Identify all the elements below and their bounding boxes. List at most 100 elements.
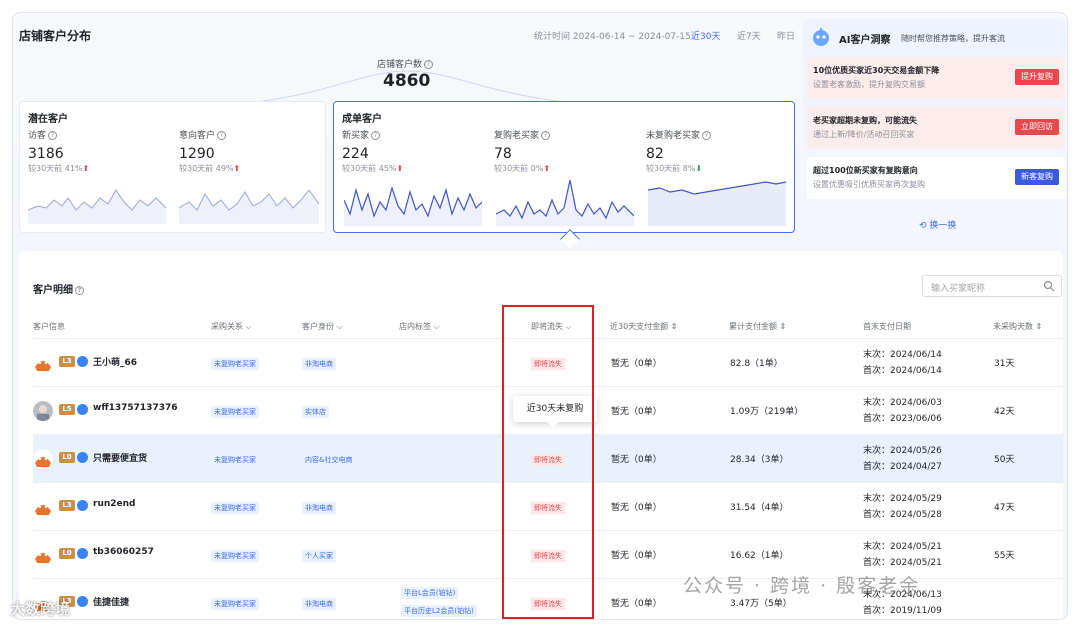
refresh-button[interactable]: ⟲ 换一换 xyxy=(919,218,956,231)
search-input[interactable]: 输入买家昵称 xyxy=(922,275,1062,297)
col-identity[interactable]: 客户身份 ⌵ xyxy=(302,321,343,332)
sort-icon: ⇕ xyxy=(670,322,678,331)
customer-name[interactable]: 王小萌_66 xyxy=(93,355,137,368)
section-title: 客户明细? xyxy=(33,281,84,296)
relation-tag: 未复购老买家 xyxy=(211,454,259,466)
help-icon[interactable]: ? xyxy=(48,131,58,140)
relation-tag: 未复购老买家 xyxy=(211,502,259,514)
last-pay-date: 末次：2024/05/21 xyxy=(863,542,942,552)
last-pay-date: 末次：2024/06/14 xyxy=(863,350,942,360)
new-customer-repurchase-button[interactable]: 新客复购 xyxy=(1015,169,1059,185)
col-store-tags[interactable]: 店内标签 ⌵ xyxy=(399,321,440,332)
amount-total: 16.62（1单） xyxy=(730,551,789,561)
non-repeat-buyers-sparkline xyxy=(648,181,786,226)
col-relation[interactable]: 采购关系 ⌵ xyxy=(211,321,252,332)
ai-suggestion-1: 10位优质买家近30天交易金额下降 设置老客激励，提升复购交易额 提升复购 xyxy=(807,57,1065,99)
first-pay-date: 首次：2023/06/06 xyxy=(863,414,942,424)
customer-name[interactable]: wff13757137376 xyxy=(93,403,178,413)
trend-up-icon: ⬆ xyxy=(543,164,551,173)
verified-icon xyxy=(77,356,88,367)
amount-30d: 暂无（0单） xyxy=(611,599,662,609)
avatar[interactable] xyxy=(33,497,53,517)
total-customers-value: 4860 xyxy=(383,71,431,91)
customer-name[interactable]: 只需要便宜货 xyxy=(93,451,147,464)
tab-7-days[interactable]: 近7天 xyxy=(737,29,761,42)
first-pay-date: 首次：2024/04/27 xyxy=(863,462,942,472)
card-title: 潜在客户 xyxy=(28,114,68,125)
avatar[interactable] xyxy=(33,353,53,373)
help-icon[interactable]: ? xyxy=(217,131,227,140)
level-badge: L5 xyxy=(59,404,75,415)
ai-robot-icon xyxy=(813,28,829,46)
customer-name[interactable]: 佳捷佳捷 xyxy=(93,595,129,608)
col-days[interactable]: 未采购天数 ⇕ xyxy=(993,321,1042,332)
customer-name[interactable]: tb36060257 xyxy=(93,547,154,557)
days-since-purchase: 50天 xyxy=(994,455,1015,465)
relation-tag: 未复购老买家 xyxy=(211,550,259,562)
days-since-purchase: 31天 xyxy=(994,359,1015,369)
revisit-now-button[interactable]: 立即回访 xyxy=(1015,119,1059,135)
pay-dates: 末次：2024/05/29 首次：2024/05/28 xyxy=(863,491,942,523)
col-amount-total[interactable]: 累计支付金额 ⇕ xyxy=(729,321,786,332)
first-pay-date: 首次：2019/11/09 xyxy=(863,606,942,616)
avatar[interactable] xyxy=(33,449,53,469)
metric-non-repeat-buyers: 未复购老买家? 82 较30天前 8%⬇ xyxy=(646,128,786,174)
verified-icon xyxy=(77,548,88,559)
identity-tag: 实体店 xyxy=(302,406,329,418)
chevron-down-icon: ⌵ xyxy=(245,322,252,331)
repeat-buyers-sparkline xyxy=(496,180,634,226)
pay-dates: 末次：2024/05/26 首次：2024/04/27 xyxy=(863,443,942,475)
amount-30d: 暂无（0单） xyxy=(611,551,662,561)
days-since-purchase: 55天 xyxy=(994,551,1015,561)
pay-dates: 末次：2024/05/21 首次：2024/05/21 xyxy=(863,539,942,571)
avatar[interactable] xyxy=(33,545,53,565)
ai-suggestion-3: 超过100位新买家有复购意向 设置优惠吸引优质买家再次复购 新客复购 xyxy=(807,157,1065,199)
metric-visitors: 访客? 3186 较30天前 41%⬆ xyxy=(28,131,90,173)
trend-down-icon: ⬇ xyxy=(695,164,703,173)
chevron-down-icon: ⌵ xyxy=(336,322,343,331)
highlight-box xyxy=(502,305,594,619)
amount-total: 1.09万（219单） xyxy=(730,407,804,417)
col-amount-30d[interactable]: 近30天支付金额 ⇕ xyxy=(610,321,677,332)
tab-yesterday[interactable]: 昨日 xyxy=(777,29,795,42)
distribution-panel: 店铺客户分布 统计时间 2024-06-14 ~ 2024-07-15 近30天… xyxy=(13,13,1067,251)
sort-icon: ⇕ xyxy=(779,322,787,331)
watermark-right: 公众号 · 跨境 · 殷客老余 xyxy=(683,575,921,597)
metric-intent: 意向客户? 1290 较30天前 49%⬆ xyxy=(179,131,241,173)
identity-tag: 内容&社交电商 xyxy=(302,454,356,466)
relation-tag: 未复购老买家 xyxy=(211,358,259,370)
identity-tag: 非淘电商 xyxy=(302,358,336,370)
converted-customers-card[interactable]: 成单客户 新买家? 224 较30天前 45%⬆ 复购老买家? 78 较30天前… xyxy=(333,101,795,233)
card-title: 成单客户 xyxy=(342,114,382,125)
identity-tag: 非淘电商 xyxy=(302,598,336,610)
avatar[interactable] xyxy=(33,401,53,421)
customer-name[interactable]: run2end xyxy=(93,499,135,509)
help-icon[interactable]: ? xyxy=(541,131,551,140)
amount-30d: 暂无（0单） xyxy=(611,503,662,513)
verified-icon xyxy=(77,452,88,463)
metric-new-buyers: 新买家? 224 较30天前 45%⬆ xyxy=(342,131,404,173)
amount-total: 82.8（1单） xyxy=(730,359,783,369)
relation-tag: 未复购老买家 xyxy=(211,406,259,418)
store-tag: 平台历史L2会员(铂钻) xyxy=(401,605,477,617)
help-icon[interactable]: ? xyxy=(702,131,712,140)
watermark-left: 大数跨境 xyxy=(10,600,71,618)
help-icon[interactable]: ? xyxy=(371,131,381,140)
help-icon[interactable]: ? xyxy=(424,60,434,69)
verified-icon xyxy=(77,500,88,511)
trend-up-icon: ⬆ xyxy=(82,164,90,173)
help-icon[interactable]: ? xyxy=(75,285,84,295)
ai-subtitle: 随时帮您推荐策略，提升客流 xyxy=(901,34,1005,43)
store-tag: 平台L会员(铂钻) xyxy=(401,587,459,599)
col-customer-info: 客户信息 xyxy=(33,322,65,331)
trend-up-icon: ⬆ xyxy=(396,164,404,173)
search-icon[interactable] xyxy=(1043,280,1055,292)
metric-repeat-buyers: 复购老买家? 78 较30天前 0%⬆ xyxy=(494,131,551,173)
level-badge: L3 xyxy=(59,356,75,367)
ai-insight-panel: AI客户洞察 随时帮您推荐策略，提升客流 10位优质买家近30天交易金额下降 设… xyxy=(803,19,1065,241)
tab-30-days[interactable]: 近30天 xyxy=(691,29,720,42)
chevron-down-icon: ⌵ xyxy=(433,322,440,331)
boost-repurchase-button[interactable]: 提升复购 xyxy=(1015,69,1059,85)
ai-title: AI客户洞察 xyxy=(839,35,891,46)
stat-time: 统计时间 2024-06-14 ~ 2024-07-15 xyxy=(534,32,691,42)
